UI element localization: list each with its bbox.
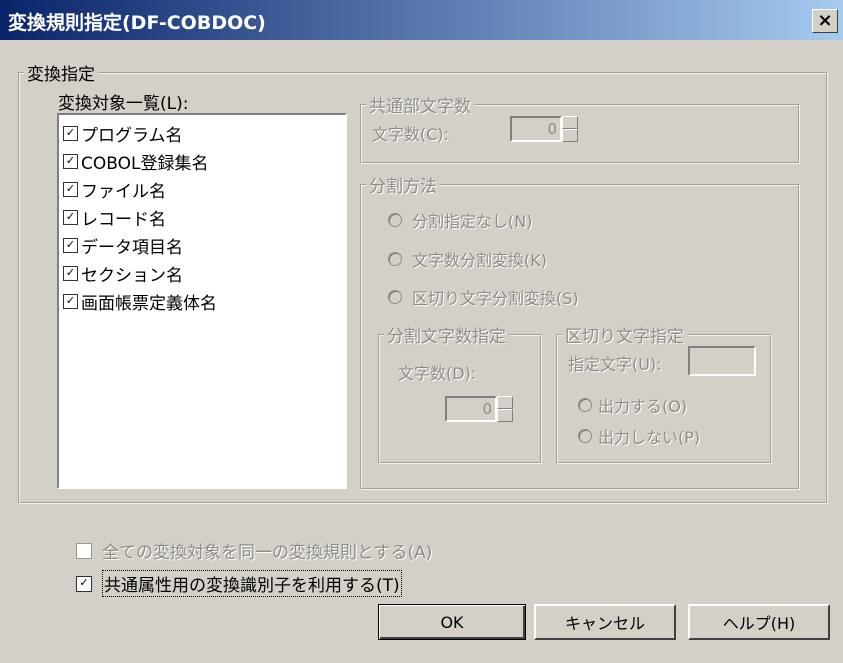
radio-no-output[interactable]: 出力しない(P) xyxy=(578,424,700,448)
checkbox-icon[interactable]: ✓ xyxy=(63,209,78,225)
delimiter-label: 区切り文字指定 xyxy=(565,327,684,347)
radio-icon[interactable] xyxy=(388,252,402,266)
list-label: 変換対象一覧(L): xyxy=(58,94,189,114)
list-item-label: セクション名 xyxy=(81,265,183,286)
radio-label: 区切り文字分割変換(S) xyxy=(412,289,579,308)
checkbox-icon[interactable]: ✓ xyxy=(63,153,78,169)
radio-label: 出力する(O) xyxy=(598,397,688,416)
radio-label: 出力しない(P) xyxy=(598,428,701,447)
spin-up-icon[interactable] xyxy=(497,396,513,409)
common-attr-label: 共通属性用の変換識別子を利用する(T) xyxy=(102,570,402,597)
conversion-target-list[interactable]: ✓ プログラム名 ✓ COBOL登録集名 ✓ ファイル名 ✓ レコード名 ✓ データ項目名… xyxy=(57,113,347,489)
radio-icon[interactable] xyxy=(388,213,402,227)
checkbox-icon[interactable]: ✓ xyxy=(76,575,92,592)
ok-button[interactable]: OK xyxy=(378,604,526,640)
delimiter-input[interactable] xyxy=(688,346,756,376)
common-attr-option[interactable]: ✓ 共通属性用の変換識別子を利用する(T) xyxy=(76,570,402,597)
common-chars-spinner[interactable]: 0 xyxy=(510,116,578,142)
list-item[interactable]: ✓ 画面帳票定義体名 xyxy=(63,287,217,315)
radio-label: 分割指定なし(N) xyxy=(412,212,533,231)
radio-icon[interactable] xyxy=(578,429,592,443)
list-item-label: 画面帳票定義体名 xyxy=(81,293,217,314)
radio-no-split[interactable]: 分割指定なし(N) xyxy=(388,208,532,232)
list-item[interactable]: ✓ ファイル名 xyxy=(63,175,166,203)
checkbox-icon[interactable] xyxy=(76,542,92,559)
conversion-group-label: 変換指定 xyxy=(27,65,95,85)
window-title: 変換規則指定(DF-COBDOC) xyxy=(8,12,266,34)
spinner-arrows[interactable] xyxy=(562,116,578,142)
split-char-count-group: 分割文字数指定 xyxy=(378,322,542,464)
list-item[interactable]: ✓ プログラム名 xyxy=(63,119,183,147)
list-item[interactable]: ✓ レコード名 xyxy=(63,203,166,231)
spinner-arrows[interactable] xyxy=(497,396,513,422)
checkbox-icon[interactable]: ✓ xyxy=(63,293,78,309)
title-bar: 変換規則指定(DF-COBDOC) × xyxy=(0,0,843,40)
list-item-label: データ項目名 xyxy=(81,237,183,258)
checkbox-icon[interactable]: ✓ xyxy=(63,237,78,253)
same-rule-label: 全ての変換対象を同一の変換規則とする(A) xyxy=(102,543,433,563)
radio-label: 文字数分割変換(K) xyxy=(412,251,547,270)
checkbox-icon[interactable]: ✓ xyxy=(63,125,78,141)
radio-icon[interactable] xyxy=(578,398,592,412)
list-item-label: COBOL登録集名 xyxy=(81,153,209,174)
list-item-label: プログラム名 xyxy=(81,125,183,146)
common-chars-label: 共通部文字数 xyxy=(369,97,471,117)
dialog-window: 変換規則指定(DF-COBDOC) × 変換指定 変換対象一覧(L): ✓ プログ… xyxy=(0,0,843,663)
list-item-label: レコード名 xyxy=(81,209,166,230)
list-item[interactable]: ✓ COBOL登録集名 xyxy=(63,147,208,175)
checkbox-icon[interactable]: ✓ xyxy=(63,181,78,197)
spin-up-icon[interactable] xyxy=(562,116,578,129)
delimiter-field-label: 指定文字(U): xyxy=(568,355,662,374)
common-chars-field-label: 文字数(C): xyxy=(372,125,450,144)
cancel-button[interactable]: キャンセル xyxy=(534,604,676,640)
radio-icon[interactable] xyxy=(388,290,402,304)
common-chars-input[interactable]: 0 xyxy=(510,116,562,142)
radio-char-split[interactable]: 文字数分割変換(K) xyxy=(388,247,547,271)
same-rule-option[interactable]: 全ての変換対象を同一の変換規則とする(A) xyxy=(76,538,432,563)
list-item-label: ファイル名 xyxy=(81,181,166,202)
radio-output[interactable]: 出力する(O) xyxy=(578,393,687,417)
list-item[interactable]: ✓ データ項目名 xyxy=(63,231,183,259)
spin-down-icon[interactable] xyxy=(497,409,513,422)
split-char-count-spinner[interactable]: 0 xyxy=(445,396,513,422)
split-char-count-input[interactable]: 0 xyxy=(445,396,497,422)
help-button[interactable]: ヘルプ(H) xyxy=(688,604,830,640)
checkbox-icon[interactable]: ✓ xyxy=(63,265,78,281)
list-item[interactable]: ✓ セクション名 xyxy=(63,259,183,287)
spin-down-icon[interactable] xyxy=(562,129,578,142)
close-button[interactable]: × xyxy=(812,9,838,33)
split-method-label: 分割方法 xyxy=(369,177,437,197)
split-char-count-field-label: 文字数(D): xyxy=(398,364,477,383)
split-char-count-label: 分割文字数指定 xyxy=(387,327,506,347)
radio-delimiter-split[interactable]: 区切り文字分割変換(S) xyxy=(388,285,579,309)
